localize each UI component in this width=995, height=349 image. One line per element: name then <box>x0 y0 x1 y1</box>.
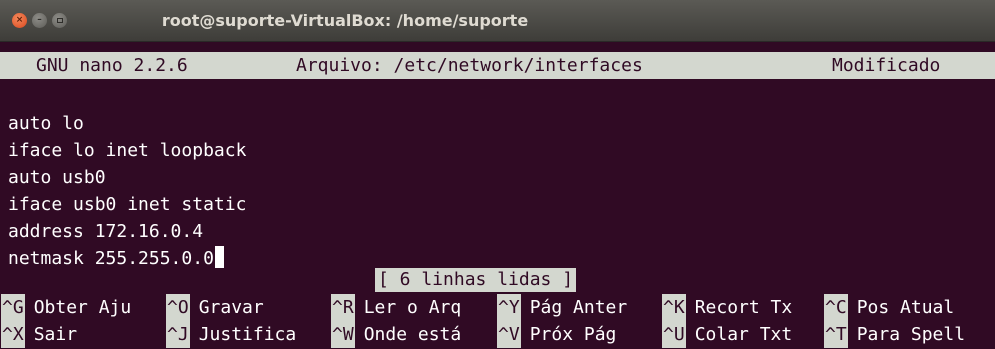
editor-line-3[interactable]: auto usb0 <box>8 164 106 191</box>
shortcut-key: ^X <box>1 321 25 348</box>
terminal-window: × – root@suporte-VirtualBox: /home/supor… <box>0 0 995 349</box>
nano-header-bar: GNU nano 2.2.6 Arquivo: /etc/network/int… <box>0 52 995 79</box>
shortcut-label: Pos Atual <box>856 297 955 318</box>
shortcut-key: ^G <box>1 294 25 321</box>
shortcut-bar-row-1: ^G Obter Aju ^O Gravar ^R Ler o Arq ^Y Pág A… <box>0 294 995 321</box>
shortcut-write-out[interactable]: ^O Gravar <box>166 294 264 321</box>
shortcut-help[interactable]: ^G Obter Aju <box>1 294 131 321</box>
shortcut-next-page[interactable]: ^V Próx Pág <box>497 321 616 348</box>
window-title: root@suporte-VirtualBox: /home/suporte <box>161 11 529 30</box>
title-bar[interactable]: × – root@suporte-VirtualBox: /home/supor… <box>0 0 995 42</box>
shortcut-label: Colar Txt <box>694 324 793 345</box>
shortcut-key: ^W <box>331 321 355 348</box>
nano-version: GNU nano 2.2.6 <box>36 55 188 76</box>
shortcut-key: ^Y <box>497 294 521 321</box>
shortcut-where-is[interactable]: ^W Onde está <box>331 321 461 348</box>
shortcut-label: Recort Tx <box>694 297 793 318</box>
shortcut-exit[interactable]: ^X Sair <box>1 321 77 348</box>
shortcut-label: Próx Pág <box>529 324 617 345</box>
shortcut-cur-pos[interactable]: ^C Pos Atual <box>824 294 954 321</box>
shortcut-label: Gravar <box>198 297 264 318</box>
shortcut-key: ^R <box>331 294 355 321</box>
shortcut-key: ^U <box>662 321 686 348</box>
editor-line-4[interactable]: iface usb0 inet static <box>8 191 246 218</box>
shortcut-key: ^V <box>497 321 521 348</box>
shortcut-key: ^J <box>166 321 190 348</box>
shortcut-key: ^T <box>824 321 848 348</box>
shortcut-label: Pág Anter <box>529 297 628 318</box>
shortcut-bar-row-2: ^X Sair ^J Justifica ^W Onde está ^V Próx Pá… <box>0 321 995 348</box>
shortcut-label: Obter Aju <box>33 297 132 318</box>
shortcut-key: ^O <box>166 294 190 321</box>
shortcut-label: Ler o Arq <box>363 297 462 318</box>
shortcut-cut-text[interactable]: ^K Recort Tx <box>662 294 792 321</box>
editor-line-5[interactable]: address 172.16.0.4 <box>8 218 203 245</box>
shortcut-key: ^K <box>662 294 686 321</box>
nano-modified-state: Modificado <box>832 55 941 76</box>
shortcut-label: Sair <box>33 324 78 345</box>
shortcut-label: Onde está <box>363 324 462 345</box>
editor-line-1[interactable]: auto lo <box>8 110 84 137</box>
terminal-area[interactable]: GNU nano 2.2.6 Arquivo: /etc/network/int… <box>0 43 995 349</box>
shortcut-label: Justifica <box>198 324 297 345</box>
text-cursor <box>214 246 224 268</box>
shortcut-uncut-text[interactable]: ^U Colar Txt <box>662 321 792 348</box>
editor-line-2[interactable]: iface lo inet loopback <box>8 137 246 164</box>
shortcut-key: ^C <box>824 294 848 321</box>
status-message: [ 6 linhas lidas ] <box>375 268 577 292</box>
editor-line-6-text: netmask 255.255.0.0 <box>8 248 214 269</box>
shortcut-prev-page[interactable]: ^Y Pág Anter <box>497 294 627 321</box>
shortcut-justify[interactable]: ^J Justifica <box>166 321 296 348</box>
status-line: [ 6 linhas lidas ] <box>0 268 995 292</box>
nano-file-label: Arquivo: /etc/network/interfaces <box>296 55 643 76</box>
shortcut-read-file[interactable]: ^R Ler o Arq <box>331 294 461 321</box>
shortcut-to-spell[interactable]: ^T Para Spell <box>824 321 965 348</box>
shortcut-label: Para Spell <box>856 324 966 345</box>
